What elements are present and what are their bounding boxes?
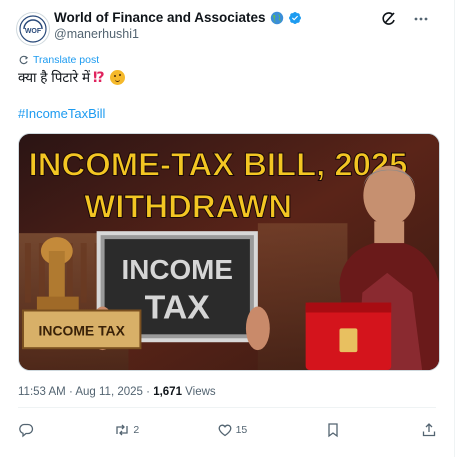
post-media-image[interactable]: INCOME-TAX BILL, 2025 WITHDRAWN INCOME T… [18,133,440,371]
share-button[interactable] [421,422,440,438]
like-count: 15 [235,424,248,436]
winking-face-emoji-icon [109,69,125,85]
repost-icon [116,424,129,436]
bookmark-button[interactable] [325,422,344,438]
svg-text:WOF: WOF [25,28,42,35]
like-button[interactable]: 15 [217,422,248,438]
bookmark-icon [327,423,338,438]
post-text-body: क्या है पिटारे में [18,70,91,85]
author-name-row: World of Finance and Associates [54,10,302,25]
globe-emoji-icon [270,11,283,24]
wof-logo-icon: WOF [19,15,47,43]
more-options-button[interactable] [412,10,430,28]
more-dots-icon [414,17,428,21]
divider [18,407,436,408]
post-date[interactable]: Aug 11, 2025 [75,386,143,398]
media-board-line1: INCOME [122,254,233,285]
translate-post-link[interactable]: Translate post [18,54,99,66]
post-text: क्या है पिटारे में ⁉ [18,68,125,86]
post-meta: 11:53 AM · Aug 11, 2025 · 1,671 Views [18,386,216,398]
post-card: WOF World of Finance and Associates @man… [0,0,455,457]
author-display-name[interactable]: World of Finance and Associates [54,10,266,25]
heart-icon [218,424,231,437]
grok-icon [382,12,395,25]
views-label: Views [185,386,216,398]
verified-badge-icon [288,11,301,24]
translate-post-label: Translate post [33,54,100,66]
reply-icon [19,423,34,438]
grok-button[interactable] [380,10,398,28]
media-board-line2: TAX [145,288,211,326]
meta-separator-2: · [146,386,150,398]
media-headline-line1: INCOME-TAX BILL, 2025 [29,146,408,183]
media-stamp-label: INCOME TAX [39,322,126,338]
media-illustration: INCOME-TAX BILL, 2025 WITHDRAWN INCOME T… [19,134,439,370]
post-action-bar: 2 15 [18,422,440,438]
post-time[interactable]: 11:53 AM [18,386,66,398]
post-top-actions [380,10,430,28]
repost-button[interactable]: 2 [114,422,139,438]
author-avatar[interactable]: WOF [16,12,50,46]
repost-count: 2 [133,424,140,436]
reply-button[interactable] [18,422,37,438]
views-count: 1,671 [153,386,182,398]
media-headline-line2: WITHDRAWN [84,187,292,224]
meta-separator: · [68,386,73,398]
exclamation-question-emoji: ⁉ [93,68,105,85]
translate-icon [19,55,29,64]
hashtag-link[interactable]: #IncomeTaxBill [18,106,105,121]
share-icon [422,423,436,437]
author-handle[interactable]: @manerhushi1 [54,27,139,41]
